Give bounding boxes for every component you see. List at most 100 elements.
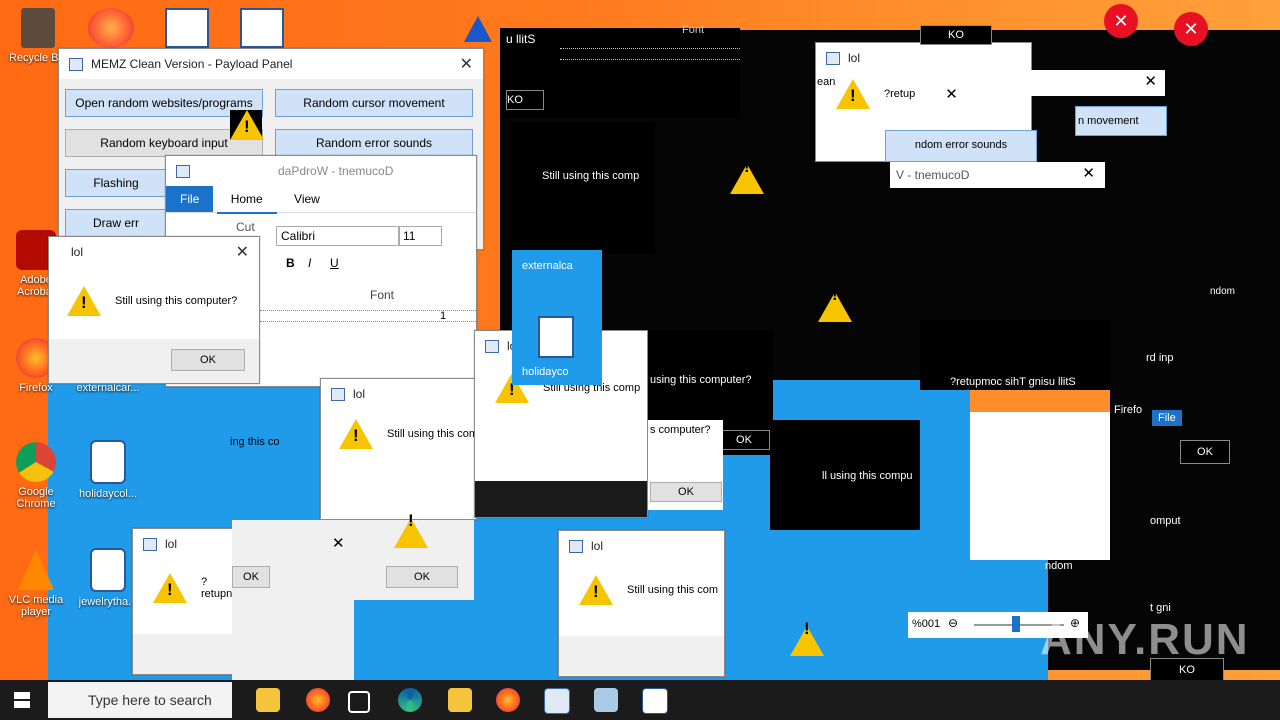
dialog-title: lol [848, 51, 861, 65]
word-doc-icon [240, 8, 284, 48]
ok-button[interactable]: OK [650, 482, 722, 502]
tab-view[interactable]: View [280, 186, 334, 212]
tab-file[interactable]: File [166, 186, 214, 212]
dialog-icon [826, 51, 840, 65]
dialog-message: Still using this com [627, 584, 719, 596]
payload-panel-titlebar: MEMZ Clean Version - Payload Panel ✕ [59, 49, 483, 79]
font-size-select[interactable]: 11 [398, 226, 442, 246]
close-icon[interactable]: ✕ [945, 85, 958, 103]
black-dialog-fragment: Still using this comp [510, 122, 655, 254]
task-view-icon[interactable] [348, 691, 370, 713]
dialog-icon [331, 387, 345, 401]
warning-icon [579, 575, 613, 605]
close-icon[interactable]: ✕ [460, 54, 473, 74]
firefox-icon[interactable] [496, 688, 520, 712]
taskbar-search-box[interactable]: Type here to search [48, 682, 232, 718]
ok-button[interactable]: OK [386, 566, 458, 588]
ok-button[interactable]: OK [1180, 440, 1230, 464]
fragment-text: t gni [1150, 602, 1171, 614]
windows-start-icon[interactable] [14, 692, 30, 708]
word-doc-icon [90, 440, 126, 484]
italic-button[interactable]: I [308, 256, 311, 270]
warning-icon [153, 573, 187, 603]
ribbon-tabs: File Home View [166, 186, 476, 214]
watermark-logo: ANY.RUN [1040, 615, 1250, 664]
file-explorer-icon[interactable] [448, 688, 472, 712]
flashing-button[interactable]: Flashing [65, 169, 167, 197]
error-icon: ✕ [1174, 12, 1208, 46]
warning-icon [836, 79, 870, 109]
error-icon: ✕ [1104, 4, 1138, 38]
dialog-icon [569, 539, 583, 553]
fragment-text: ean [817, 76, 836, 88]
desktop-icon-holiday[interactable]: holidaycol... [72, 440, 144, 500]
desktop-fragment: externalca holidayco [512, 250, 602, 385]
zoom-thumb[interactable] [1012, 616, 1020, 632]
dialog-fragment [970, 390, 1110, 560]
draw-error-button[interactable]: Draw err [65, 209, 167, 237]
warning-icon [790, 612, 838, 656]
word-doc-icon [90, 548, 126, 592]
error-sounds-button[interactable]: Random error sounds [275, 129, 473, 157]
browser-icon [88, 8, 134, 48]
ok-button[interactable]: OK [232, 566, 270, 588]
warning-icon-tile [230, 110, 264, 140]
warning-icon [730, 150, 778, 194]
dialog-message: s computer? [650, 424, 711, 436]
memz-app-icon[interactable] [544, 688, 570, 714]
ok-button-mirrored[interactable]: KO [920, 25, 992, 45]
close-icon[interactable]: ✕ [1144, 72, 1157, 90]
ok-button-mirrored[interactable]: KO [506, 90, 544, 110]
desktop-icon-vlc[interactable]: VLC media player [0, 550, 72, 618]
font-name-select[interactable]: Calibri [276, 226, 400, 246]
edge-icon[interactable] [398, 688, 422, 712]
bold-button[interactable]: B [286, 256, 295, 270]
ruler-mark: 1 [440, 310, 447, 322]
ok-button[interactable]: OK [171, 349, 245, 371]
underline-button[interactable]: U [330, 256, 339, 270]
cut-button[interactable]: Cut [236, 220, 255, 234]
warning-icon [339, 419, 373, 449]
tab-file[interactable]: File [1152, 410, 1182, 426]
file-explorer-icon[interactable] [256, 688, 280, 712]
error-sounds-button[interactable]: ndom error sounds [885, 130, 1037, 162]
desktop-icon-chrome[interactable]: Google Chrome [0, 442, 72, 510]
recycle-bin-icon [21, 8, 55, 48]
notepad-icon[interactable] [594, 688, 618, 712]
close-icon[interactable]: ✕ [332, 534, 345, 552]
window-title: V - tnemucoD [896, 168, 970, 182]
firefox-icon[interactable] [306, 688, 330, 712]
dialog-titlebar: lol [321, 379, 476, 409]
wordpad-icon[interactable] [642, 688, 668, 714]
ok-button[interactable]: OK [718, 430, 770, 450]
wordpad-titlebar: daPdroW - tnemucoD [166, 156, 476, 186]
zoom-out-icon[interactable]: ⊖ [948, 616, 958, 630]
zoom-level: %001 [912, 618, 941, 630]
word-doc-icon [538, 316, 574, 358]
cursor-movement-button[interactable]: Random cursor movement [275, 89, 473, 117]
fragment-text: Firefo [1114, 404, 1143, 416]
warning-icon [464, 16, 492, 42]
tab-home[interactable]: Home [216, 186, 277, 214]
dialog-message: Still using this computer? [115, 295, 238, 307]
dialog-message: ?retupmoc sihT gnisu llitS [950, 376, 1076, 388]
warning-icon [394, 504, 442, 548]
error-dialog: lol Still using this com [558, 530, 725, 677]
ruler [560, 48, 740, 60]
dialog-message: Still using this comp [387, 428, 477, 440]
cursor-movement-button[interactable]: n movement [1075, 106, 1167, 136]
window-title: daPdroW - tnemucoD [278, 164, 394, 178]
fragment-text: ndom [1045, 560, 1073, 572]
taskbar: Type here to search [0, 680, 1280, 720]
fragment-text: holidayco [522, 366, 569, 378]
fragment-text: ing this co [230, 436, 280, 448]
close-icon[interactable]: ✕ [236, 242, 249, 262]
dialog-fragment: OK ✕ [232, 520, 354, 680]
word-doc-icon [165, 8, 209, 48]
close-icon[interactable]: ✕ [1082, 164, 1095, 182]
wordpad-icon [176, 164, 190, 178]
dialog-message: ?retup [884, 88, 916, 100]
fragment-text: omput [1150, 515, 1181, 527]
dialog-icon [485, 339, 499, 353]
error-dialog: lol ✕ Still using this computer? OK [48, 236, 260, 384]
